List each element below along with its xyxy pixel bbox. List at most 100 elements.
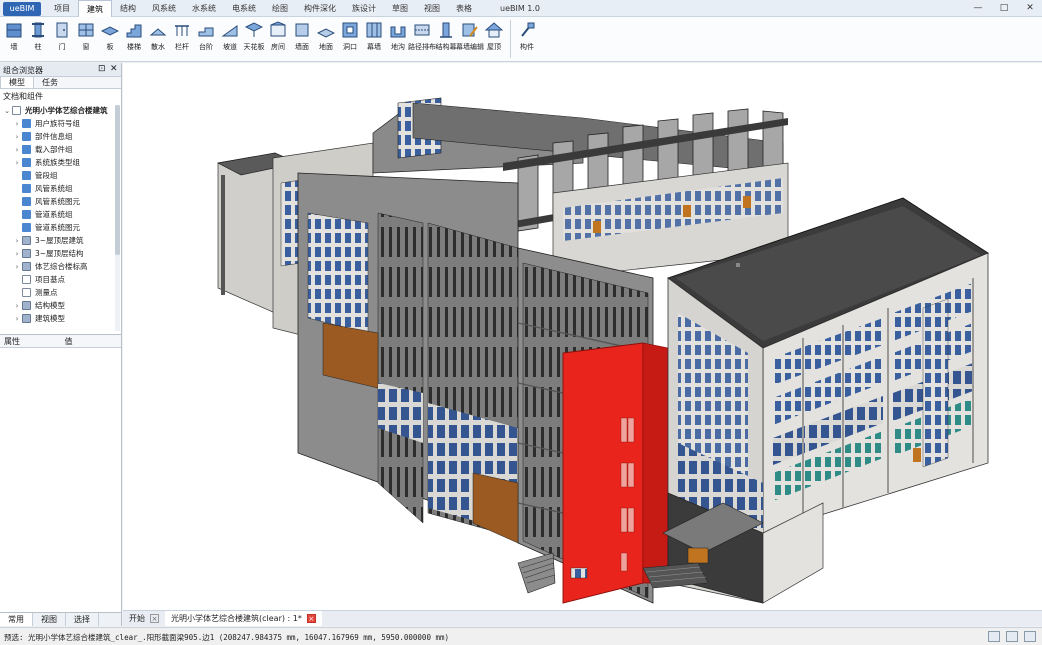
tab-6[interactable]: 绘图 xyxy=(264,0,296,17)
tool-curtain-wall-button[interactable]: 幕墙 xyxy=(362,19,386,59)
navigation-style-icon[interactable] xyxy=(988,631,1000,642)
property-column: 属性 xyxy=(4,337,20,346)
tab-7[interactable]: 构件深化 xyxy=(296,0,344,17)
tree-item[interactable]: › 载入部件组 xyxy=(0,143,121,156)
tree-item[interactable]: 项目基点 xyxy=(0,273,121,286)
tree-item[interactable]: › 3~屋顶层建筑 xyxy=(0,234,121,247)
tool-ramp-button[interactable]: 坡道 xyxy=(218,19,242,59)
value-column: 值 xyxy=(64,337,73,346)
group-icon xyxy=(22,288,31,297)
tool-structure-curtain-button[interactable]: 结构幕 xyxy=(434,19,458,59)
tree-scrollbar[interactable] xyxy=(115,105,120,331)
wall-icon xyxy=(6,23,22,38)
panel-close-icon[interactable]: ✕ xyxy=(110,64,118,74)
tree-item[interactable]: › 系统族类型组 xyxy=(0,156,121,169)
tab-0[interactable]: 项目 xyxy=(46,0,78,17)
tool-wall-button[interactable]: 墙 xyxy=(2,19,26,59)
tool-floor-face-button[interactable]: 地面 xyxy=(314,19,338,59)
grid-view-icon[interactable] xyxy=(1006,631,1018,642)
tree-item[interactable]: 测量点 xyxy=(0,286,121,299)
tool-opening-button[interactable]: 洞口 xyxy=(338,19,362,59)
tree-items: › 用户族符号组 › 部件信息组 › 载入部件组 › 系统族类型组 管段组 风管系统组 风管系统图元… xyxy=(0,117,121,325)
tool-stair-button[interactable]: 楼梯 xyxy=(122,19,146,59)
chevron-right-icon[interactable]: › xyxy=(12,159,22,167)
chevron-down-icon[interactable]: ⌄ xyxy=(2,107,12,115)
tree-item[interactable]: › 结构模型 xyxy=(0,299,121,312)
tree-item-label: 体艺综合楼标高 xyxy=(35,262,88,271)
tab-2[interactable]: 结构 xyxy=(112,0,144,17)
tool-label: 屋顶 xyxy=(487,43,501,51)
building-model[interactable] xyxy=(123,63,1042,610)
tab-5[interactable]: 电系统 xyxy=(224,0,264,17)
chevron-right-icon[interactable]: › xyxy=(12,315,22,323)
tool-door-button[interactable]: 门 xyxy=(50,19,74,59)
tab-8[interactable]: 族设计 xyxy=(344,0,384,17)
tool-room-button[interactable]: 房间 xyxy=(266,19,290,59)
tree-item[interactable]: › 部件信息组 xyxy=(0,130,121,143)
tab-11[interactable]: 表格 xyxy=(448,0,480,17)
bottom-tab-common[interactable]: 常用 xyxy=(0,613,33,626)
tool-apron-button[interactable]: 散水 xyxy=(146,19,170,59)
tab-9[interactable]: 草图 xyxy=(384,0,416,17)
tool-component-button[interactable]: 构件 xyxy=(515,19,539,59)
tree-item[interactable]: 管道系统图元 xyxy=(0,221,121,234)
chevron-right-icon[interactable]: › xyxy=(12,263,22,271)
pin-icon[interactable]: ⊡ xyxy=(98,64,106,74)
tool-label: 地沟 xyxy=(391,43,405,51)
bottom-tab-select[interactable]: 选择 xyxy=(66,613,99,626)
tool-curtain-edit-button[interactable]: 幕墙编辑 xyxy=(456,19,484,59)
tool-label: 墙面 xyxy=(295,43,309,51)
tree-item[interactable]: 风管系统组 xyxy=(0,182,121,195)
tree-item[interactable]: › 3~屋顶层结构 xyxy=(0,247,121,260)
tree-item[interactable]: 风管系统图元 xyxy=(0,195,121,208)
chevron-right-icon[interactable]: › xyxy=(12,133,22,141)
tool-ceiling-button[interactable]: 天花板 xyxy=(242,19,266,59)
tree-item[interactable]: › 用户族符号组 xyxy=(0,117,121,130)
tool-path-layout-button[interactable]: 路径排布 xyxy=(408,19,436,59)
chevron-right-icon[interactable]: › xyxy=(12,250,22,258)
room-icon xyxy=(270,21,286,37)
tree-item[interactable]: 管道系统组 xyxy=(0,208,121,221)
close-icon[interactable]: ✕ xyxy=(1024,2,1036,14)
tool-column-button[interactable]: 柱 xyxy=(26,19,50,59)
group-icon xyxy=(22,132,31,141)
chevron-right-icon[interactable]: › xyxy=(12,237,22,245)
tool-step-button[interactable]: 台阶 xyxy=(194,19,218,59)
chevron-right-icon[interactable]: › xyxy=(12,302,22,310)
maximize-icon[interactable]: □ xyxy=(998,2,1010,14)
door-icon xyxy=(56,22,68,38)
tree-item[interactable]: › 体艺综合楼标高 xyxy=(0,260,121,273)
tree-root[interactable]: ⌄ 光明小学体艺综合楼建筑 xyxy=(0,104,121,117)
minimize-icon[interactable]: — xyxy=(972,2,984,14)
subtab-task[interactable]: 任务 xyxy=(34,77,66,88)
snap-icon[interactable] xyxy=(1024,631,1036,642)
tool-wall-face-button[interactable]: 墙面 xyxy=(290,19,314,59)
document-tabs: 开始 × 光明小学体艺综合楼建筑(clear) : 1* × xyxy=(123,610,1042,626)
tool-slab-button[interactable]: 板 xyxy=(98,19,122,59)
tree-item[interactable]: › 建筑模型 xyxy=(0,312,121,325)
app-menu-button[interactable]: ueBIM xyxy=(3,2,41,16)
tab-1[interactable]: 建筑 xyxy=(78,0,112,17)
tree-item[interactable]: 管段组 xyxy=(0,169,121,182)
tool-roof-button[interactable]: 屋顶 xyxy=(482,19,506,59)
doc-tab-0[interactable]: 开始 × xyxy=(123,611,165,626)
3d-viewport[interactable] xyxy=(123,63,1042,610)
chevron-right-icon[interactable]: › xyxy=(12,146,22,154)
bottom-tab-view[interactable]: 视图 xyxy=(33,613,66,626)
tool-trench-button[interactable]: 地沟 xyxy=(386,19,410,59)
tree-item-label: 3~屋顶层结构 xyxy=(35,249,84,258)
tool-window-button[interactable]: 窗 xyxy=(74,19,98,59)
west-canopy xyxy=(217,152,276,314)
doc-tab-1[interactable]: 光明小学体艺综合楼建筑(clear) : 1* × xyxy=(165,611,322,626)
tab-10[interactable]: 视图 xyxy=(416,0,448,17)
group-icon xyxy=(22,223,31,232)
close-tab-icon[interactable]: × xyxy=(150,614,159,623)
tool-label: 柱 xyxy=(34,43,42,51)
tab-4[interactable]: 水系统 xyxy=(184,0,224,17)
scrollbar-thumb[interactable] xyxy=(115,105,120,255)
close-tab-icon[interactable]: × xyxy=(306,614,316,623)
subtab-model[interactable]: 模型 xyxy=(0,77,34,88)
chevron-right-icon[interactable]: › xyxy=(12,120,22,128)
tool-railing-button[interactable]: 栏杆 xyxy=(170,19,194,59)
tab-3[interactable]: 风系统 xyxy=(144,0,184,17)
